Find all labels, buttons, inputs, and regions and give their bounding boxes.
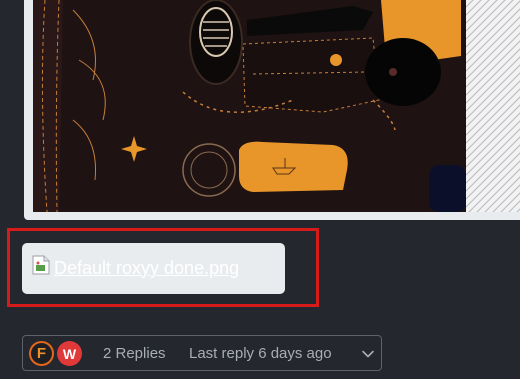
- replies-summary-bar[interactable]: F W 2 Replies Last reply 6 days ago: [22, 335, 382, 371]
- avatar[interactable]: W: [57, 341, 82, 366]
- last-reply-label: Last reply 6 days ago: [189, 345, 332, 362]
- avatar[interactable]: F: [29, 341, 54, 366]
- replies-count[interactable]: 2 Replies: [103, 345, 166, 362]
- texture-image-preview[interactable]: [33, 0, 520, 212]
- attachment-card[interactable]: Default roxyy done.png: [22, 243, 285, 294]
- avatar-letter: W: [62, 345, 77, 362]
- avatar-letter: F: [36, 345, 47, 362]
- broken-image-icon: [32, 255, 50, 275]
- chevron-down-icon[interactable]: [361, 347, 375, 361]
- attachment-link[interactable]: Default roxyy done.png: [54, 258, 239, 279]
